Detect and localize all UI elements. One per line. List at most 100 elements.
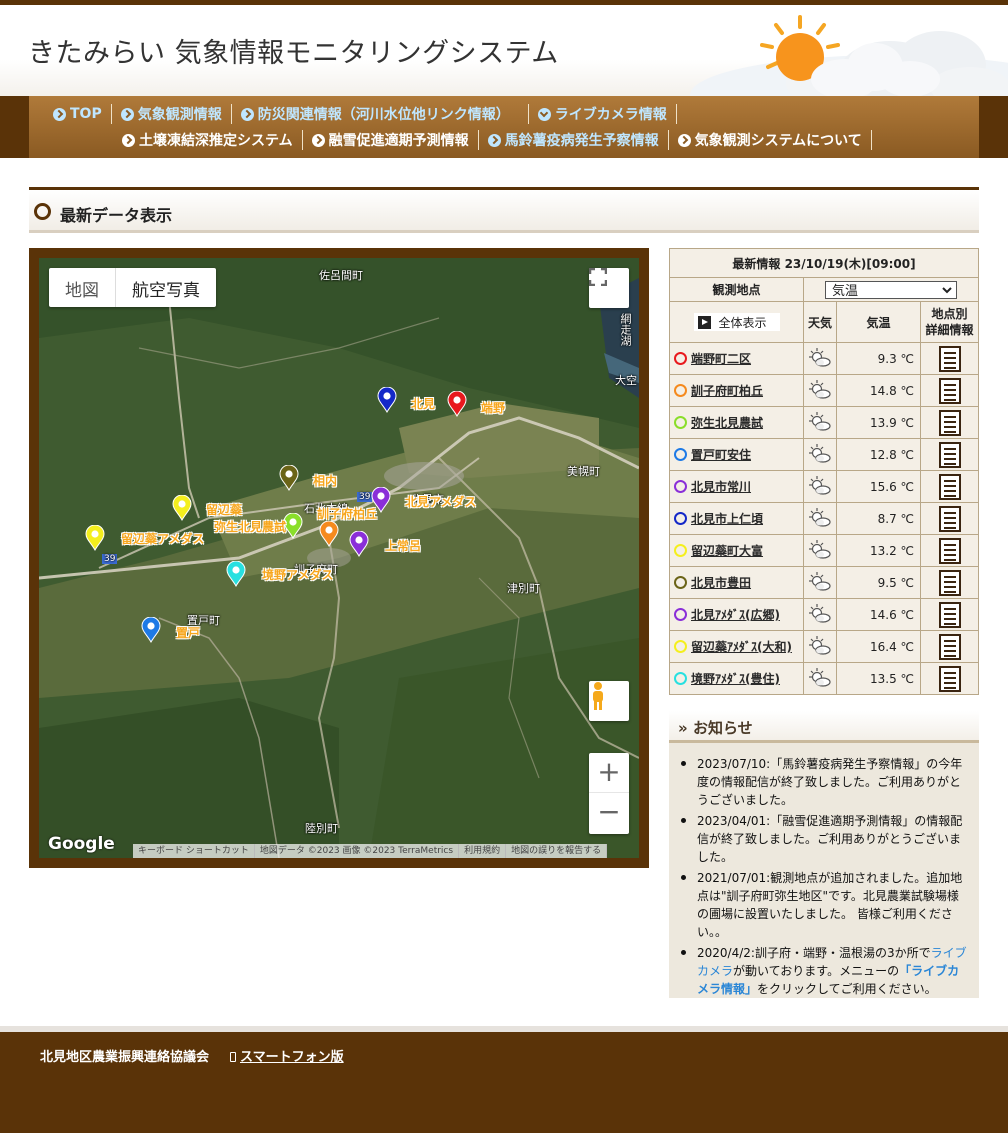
station-marker-icon bbox=[674, 448, 687, 461]
smartphone-link[interactable]: スマートフォン版 bbox=[230, 1046, 344, 1065]
map-pin-icon[interactable] bbox=[447, 391, 467, 417]
footer-organization: 北見地区農業振興連絡協議会 bbox=[40, 1050, 210, 1065]
map-pin-icon[interactable] bbox=[226, 561, 246, 587]
site-footer: 北見地区農業振興連絡協議会 スマートフォン版 bbox=[0, 1032, 1008, 1133]
nav-about-system[interactable]: 気象観測システムについて bbox=[669, 130, 872, 150]
report-error-link[interactable]: 地図の誤りを報告する bbox=[506, 844, 608, 858]
sunny-cloudy-icon bbox=[809, 380, 831, 399]
document-icon[interactable] bbox=[938, 345, 961, 372]
map-pin-icon[interactable] bbox=[377, 387, 397, 413]
document-icon[interactable] bbox=[938, 633, 961, 660]
map-pin-icon[interactable] bbox=[349, 531, 369, 557]
detail-cell bbox=[920, 502, 979, 535]
nav-top[interactable]: TOP bbox=[44, 104, 112, 124]
nav-row-2: 土壌凍結深推定システム 融雪促進適期予測情報 馬鈴薯疫病発生予察情報 気象観測シ… bbox=[113, 128, 872, 152]
map-pin-icon[interactable] bbox=[279, 465, 299, 491]
fullscreen-button[interactable] bbox=[589, 268, 629, 308]
document-icon[interactable] bbox=[938, 409, 961, 436]
station-link[interactable]: 北見ｱﾒﾀﾞｽ(広郷) bbox=[691, 608, 780, 622]
document-icon[interactable] bbox=[938, 505, 961, 532]
nav-bar: TOP 気象観測情報 防災関連情報（河川水位他リンク情報） ライブカメラ情報 土… bbox=[29, 96, 979, 158]
map-pin-icon[interactable] bbox=[141, 617, 161, 643]
map-attribution: キーボード ショートカット 地図データ ©2023 画像 ©2023 Terra… bbox=[133, 844, 608, 858]
show-all-label: 全体表示 bbox=[718, 315, 767, 330]
station-name-cell: 置戸町安住 bbox=[669, 438, 804, 471]
site-title[interactable]: きたみらい 気象情報モニタリングシステム bbox=[28, 31, 559, 70]
station-link[interactable]: 置戸町安住 bbox=[691, 448, 751, 462]
station-link[interactable]: 留辺蘂町大富 bbox=[691, 544, 763, 558]
map-pin-label: 弥生北見農試 bbox=[214, 520, 287, 534]
sunny-cloudy-icon bbox=[809, 668, 831, 687]
main-nav: TOP 気象観測情報 防災関連情報（河川水位他リンク情報） ライブカメラ情報 土… bbox=[0, 96, 1008, 158]
station-link[interactable]: 境野ｱﾒﾀﾞｽ(豊住) bbox=[691, 672, 780, 686]
station-link[interactable]: 北見市豊田 bbox=[691, 576, 751, 590]
notice-list: 2023/07/10:「馬鈴薯疫病発生予察情報」の今年度の情報配信が終了致しまし… bbox=[681, 755, 969, 1001]
map-pin-icon[interactable] bbox=[172, 495, 192, 521]
detail-cell bbox=[920, 630, 979, 663]
document-icon[interactable] bbox=[938, 537, 961, 564]
chevron-right-icon bbox=[311, 133, 325, 147]
station-marker-icon bbox=[674, 672, 687, 685]
temperature-cell: 13.2 ℃ bbox=[836, 534, 921, 567]
street-view-button[interactable] bbox=[589, 681, 629, 721]
show-all-button[interactable]: 全体表示 bbox=[693, 313, 780, 331]
temperature-cell: 8.7 ℃ bbox=[836, 502, 921, 535]
nav-label: ライブカメラ情報 bbox=[554, 107, 667, 123]
smartphone-label: スマートフォン版 bbox=[240, 1050, 344, 1065]
nav-potato-blight[interactable]: 馬鈴薯疫病発生予察情報 bbox=[479, 130, 669, 150]
station-link[interactable]: 北見市上仁頃 bbox=[691, 512, 763, 526]
zoom-out-button[interactable]: − bbox=[589, 793, 629, 834]
nav-label: 馬鈴薯疫病発生予察情報 bbox=[504, 133, 659, 149]
ring-icon bbox=[34, 203, 51, 220]
map-pin-icon[interactable] bbox=[85, 525, 105, 551]
notice-text: 2020/4/2:訓子府・端野・温根湯の3か所で bbox=[697, 946, 931, 960]
document-icon[interactable] bbox=[938, 665, 961, 692]
map-pin-icon[interactable] bbox=[319, 521, 339, 547]
zoom-in-button[interactable]: + bbox=[589, 753, 629, 793]
document-icon[interactable] bbox=[938, 601, 961, 628]
notice-item: 2023/07/10:「馬鈴薯疫病発生予察情報」の今年度の情報配信が終了致しまし… bbox=[681, 755, 969, 809]
temperature-cell: 14.6 ℃ bbox=[836, 598, 921, 631]
all-display-cell: 全体表示 bbox=[669, 301, 804, 343]
map-pin-label: 留辺蘂 bbox=[206, 503, 243, 517]
nav-weather-observation[interactable]: 気象観測情報 bbox=[112, 104, 232, 124]
station-link[interactable]: 弥生北見農試 bbox=[691, 416, 763, 430]
station-row: 端野町二区 9.3 ℃ bbox=[669, 342, 979, 375]
sunny-cloudy-icon bbox=[809, 540, 831, 559]
nav-disaster-info[interactable]: 防災関連情報（河川水位他リンク情報） bbox=[232, 104, 529, 124]
station-name-cell: 弥生北見農試 bbox=[669, 406, 804, 439]
place-label: 網走湖 bbox=[619, 313, 632, 346]
document-icon[interactable] bbox=[938, 473, 961, 500]
station-link[interactable]: 留辺蘂ｱﾒﾀﾞｽ(大和) bbox=[691, 640, 792, 654]
chevron-right-icon bbox=[53, 107, 66, 121]
station-name-cell: 北見ｱﾒﾀﾞｽ(広郷) bbox=[669, 598, 804, 631]
nav-live-camera[interactable]: ライブカメラ情報 bbox=[529, 104, 677, 124]
station-name-cell: 訓子府町柏丘 bbox=[669, 374, 804, 407]
document-icon[interactable] bbox=[938, 377, 961, 404]
station-link[interactable]: 北見市常川 bbox=[691, 480, 751, 494]
weather-cell bbox=[803, 566, 837, 599]
variable-select[interactable]: 気温 bbox=[825, 280, 957, 299]
map-type-satellite[interactable]: 航空写真 bbox=[116, 268, 216, 307]
chevron-right-icon bbox=[122, 133, 135, 147]
station-link[interactable]: 端野町二区 bbox=[691, 352, 751, 366]
nav-soil-frost[interactable]: 土壌凍結深推定システム bbox=[113, 130, 303, 150]
station-row: 北見ｱﾒﾀﾞｽ(広郷) 14.6 ℃ bbox=[669, 598, 979, 631]
pegman-icon bbox=[593, 682, 603, 710]
notice-item: 2021/07/01:観測地点が追加されました。追加地点は"訓子府町弥生地区"で… bbox=[681, 869, 969, 941]
station-link[interactable]: 訓子府町柏丘 bbox=[691, 384, 763, 398]
document-icon[interactable] bbox=[938, 441, 961, 468]
satellite-map[interactable]: 佐呂間町 網走湖 大空 美幌町 北見市 石北本線 訓子府町 置戸町 津別町 陸別… bbox=[39, 258, 639, 858]
temp-col-header: 気温 bbox=[836, 301, 921, 343]
terms-link[interactable]: 利用規約 bbox=[459, 844, 507, 858]
detail-col-line1: 地点別 bbox=[931, 307, 968, 321]
map-type-control: 地図 航空写真 bbox=[49, 268, 216, 307]
document-icon[interactable] bbox=[938, 569, 961, 596]
place-label: 大空 bbox=[615, 374, 637, 387]
nav-snowmelt[interactable]: 融雪促進適期予測情報 bbox=[303, 130, 479, 150]
keyboard-shortcuts-link[interactable]: キーボード ショートカット bbox=[133, 844, 255, 858]
nav-label: TOP bbox=[70, 106, 102, 122]
map-type-roadmap[interactable]: 地図 bbox=[49, 268, 116, 307]
notice-header: » お知らせ bbox=[669, 711, 979, 743]
nav-label: 融雪促進適期予測情報 bbox=[328, 133, 469, 149]
